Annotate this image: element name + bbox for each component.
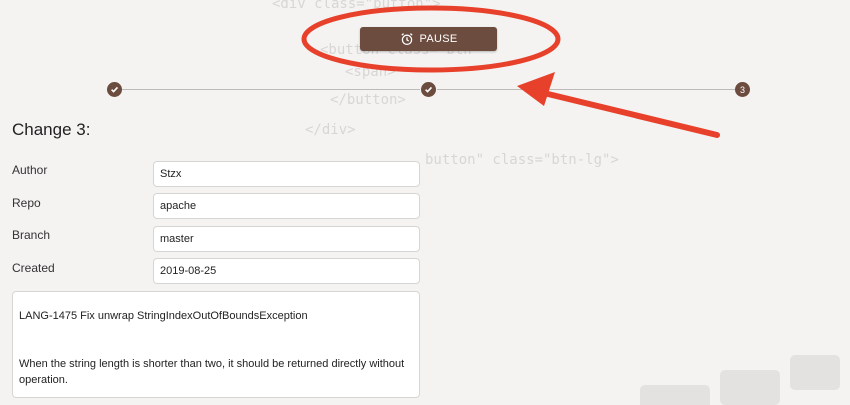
stepper-connector <box>122 89 420 90</box>
created-label: Created <box>12 261 55 275</box>
author-field: Stzx <box>153 161 420 187</box>
step-3-current: 3 <box>735 82 750 97</box>
step-2-complete <box>421 82 436 97</box>
background-code: </button> <box>330 92 406 108</box>
change-title: Change 3: <box>12 120 91 139</box>
author-label: Author <box>12 163 48 177</box>
check-icon <box>111 86 119 93</box>
background-keyboard-key <box>720 370 780 405</box>
commit-message-box: LANG-1475 Fix unwrap StringIndexOutOfBou… <box>12 291 420 398</box>
background-code: <div class="button"> <box>272 0 441 12</box>
background-code: button" class="btn-lg"> <box>425 152 619 168</box>
alarm-clock-icon <box>400 32 414 46</box>
check-icon <box>425 86 433 93</box>
stepper-connector <box>437 89 735 90</box>
step-1-complete <box>107 82 122 97</box>
pause-button-label: PAUSE <box>419 33 458 45</box>
commit-summary: LANG-1475 Fix unwrap StringIndexOutOfBou… <box>19 310 308 322</box>
created-field: 2019-08-25 <box>153 258 420 284</box>
background-code: <span> <box>345 64 396 80</box>
repo-label: Repo <box>12 196 41 210</box>
background-keyboard-key <box>790 355 840 390</box>
branch-field: master <box>153 226 420 252</box>
repo-field: apache <box>153 193 420 219</box>
commit-body: When the string length is shorter than t… <box>19 358 405 386</box>
background-keyboard-key <box>640 385 710 405</box>
pause-button[interactable]: PAUSE <box>360 27 497 51</box>
background-code: </div> <box>305 122 356 138</box>
branch-label: Branch <box>12 228 51 242</box>
